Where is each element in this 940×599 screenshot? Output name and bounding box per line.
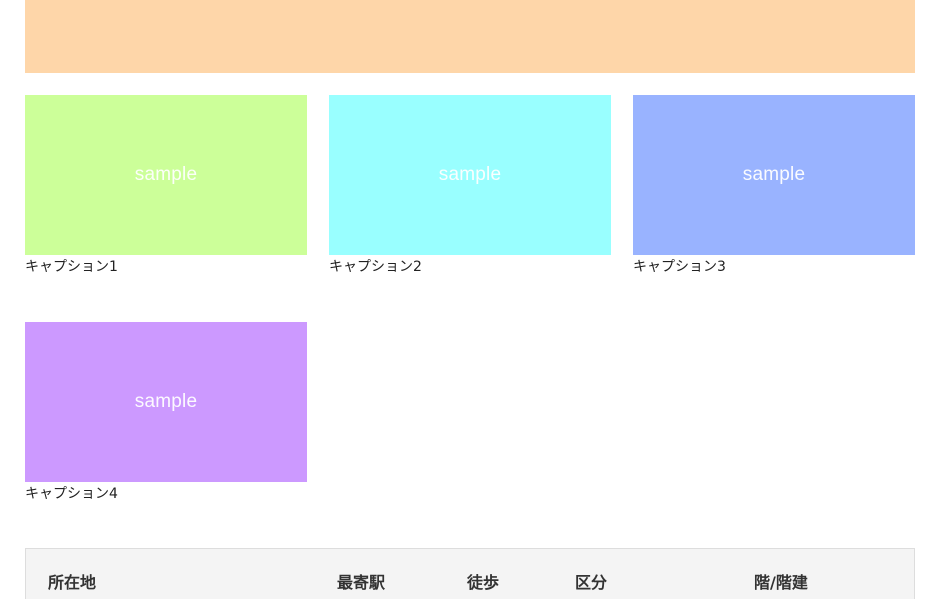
gallery-item-3[interactable]: sample キャプション3 [633,95,915,276]
table-header-floor: 階/階建 [754,573,808,592]
table-header-category: 区分 [575,573,608,592]
gallery-image-placeholder-text: sample [742,164,806,185]
gallery-caption-2: キャプション2 [329,259,422,275]
hero-banner [25,0,915,73]
page: sample キャプション1 sample キャプション2 sample キャプ… [0,0,940,599]
gallery-item-1[interactable]: sample キャプション1 [25,95,307,276]
gallery-image-placeholder-text: sample [438,164,502,185]
gallery-image-1[interactable]: sample [25,95,307,255]
gallery-image-placeholder-text: sample [134,164,198,185]
table-header-nearest-station: 最寄駅 [337,573,386,592]
gallery-item-2[interactable]: sample キャプション2 [329,95,611,276]
property-info-table: 所在地 最寄駅 徒歩 区分 階/階建 [25,548,915,599]
gallery-image-3[interactable]: sample [633,95,915,255]
gallery-image-4[interactable]: sample [25,322,307,482]
gallery-image-placeholder-text: sample [134,391,198,412]
gallery-caption-1: キャプション1 [25,259,118,275]
table-header-walking-time: 徒歩 [467,573,500,592]
gallery-item-4[interactable]: sample キャプション4 [25,322,307,503]
gallery-caption-4: キャプション4 [25,486,118,502]
table-header-location: 所在地 [48,573,97,592]
gallery-image-2[interactable]: sample [329,95,611,255]
gallery-caption-3: キャプション3 [633,259,726,275]
